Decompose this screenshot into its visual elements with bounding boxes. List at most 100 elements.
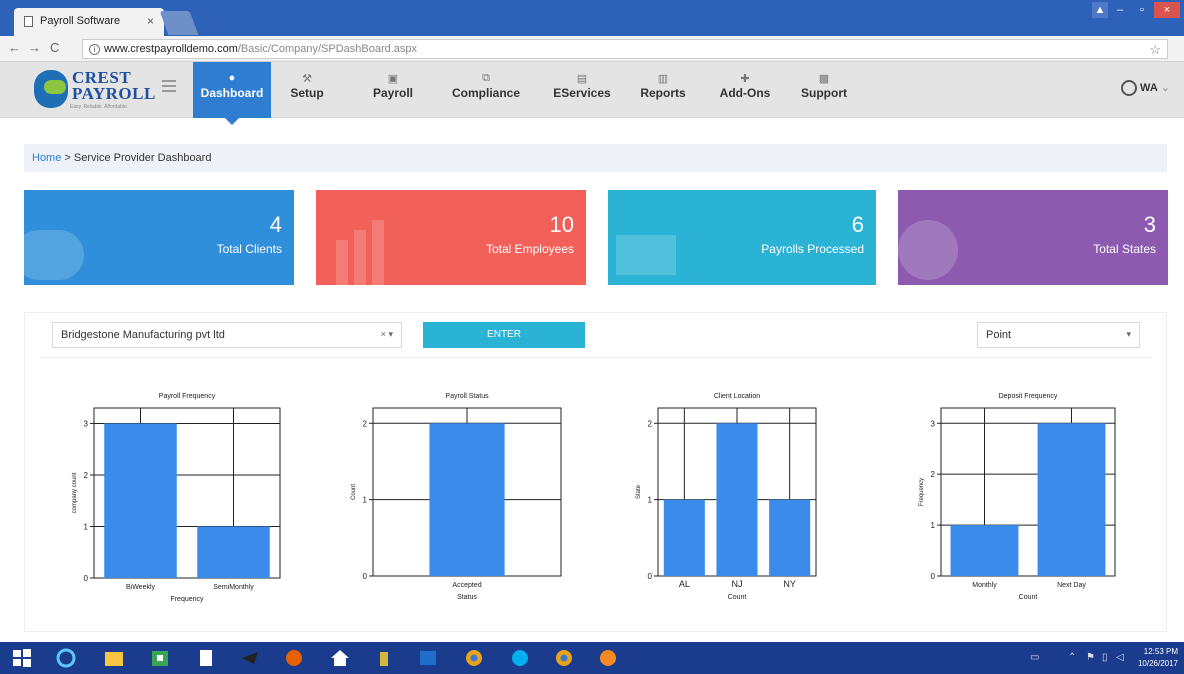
y-tick-label: 2 xyxy=(363,419,368,428)
support-icon: ▩ xyxy=(818,73,830,85)
y-tick-label: 3 xyxy=(84,419,89,428)
stat-value: 3 xyxy=(1143,212,1156,237)
chrome-icon[interactable] xyxy=(464,648,484,668)
hamburger-menu-icon[interactable] xyxy=(162,80,176,92)
back-icon[interactable]: ← xyxy=(8,40,21,55)
tab-close-icon[interactable]: × xyxy=(147,14,154,28)
chart-type-value: Point xyxy=(986,329,1012,341)
bar-chart-0: 0 1 2 3 BiWeekly SemiMonthly Frequency company … xyxy=(72,407,281,603)
nav-eservices[interactable]: ▤ EServices xyxy=(546,62,618,118)
info-icon[interactable]: i xyxy=(89,44,100,55)
tab-title: Payroll Software xyxy=(40,15,121,27)
store-icon[interactable] xyxy=(150,648,170,668)
maximize-icon[interactable]: ▫ xyxy=(1132,2,1152,18)
nav-label: Add-Ons xyxy=(719,86,771,100)
skype-icon[interactable] xyxy=(510,648,530,668)
x-axis-label: Count xyxy=(728,594,747,601)
nav-reports[interactable]: ▥ Reports xyxy=(638,62,688,118)
reload-icon[interactable]: C xyxy=(50,40,59,55)
page-icon xyxy=(24,16,33,27)
bookmark-star-icon[interactable]: ☆ xyxy=(1149,42,1161,58)
clear-caret-icon[interactable]: × ▾ xyxy=(381,329,393,340)
browser-tab[interactable]: Payroll Software × xyxy=(14,8,164,36)
x-tick-label: SemiMonthly xyxy=(213,584,254,591)
user-initials: WA xyxy=(1140,81,1158,94)
home-icon[interactable] xyxy=(330,648,350,668)
chart-type-select[interactable]: Point ▾ xyxy=(977,322,1140,348)
profile-icon[interactable]: ▲ xyxy=(1092,2,1108,18)
bar-ny[interactable] xyxy=(769,499,811,576)
bar-chart-icon xyxy=(336,240,348,285)
url-path: /Basic/Company/SPDashBoard.aspx xyxy=(237,43,418,55)
bar-next-day[interactable] xyxy=(1037,423,1106,576)
enter-button[interactable]: ENTER xyxy=(423,322,585,348)
nav-compliance[interactable]: ⧉ Compliance xyxy=(446,62,526,118)
bar-biweekly[interactable] xyxy=(104,423,177,578)
crest-payroll-logo[interactable]: CREST PAYROLL Easy. Reliable. Affordable… xyxy=(34,68,168,114)
wrench-icon: ⚒ xyxy=(302,73,312,85)
breadcrumb-separator: > xyxy=(61,152,74,164)
battery-icon[interactable]: ▯ xyxy=(1102,652,1108,663)
stat-value: 10 xyxy=(549,212,574,237)
bar-chart-3: 0 1 2 3 Monthly Next Day Count Frequency xyxy=(919,407,1116,601)
y-tick-label: 1 xyxy=(648,496,653,505)
y-tick-label: 0 xyxy=(84,574,89,583)
notepad-icon[interactable] xyxy=(196,648,216,668)
y-axis-label: company count xyxy=(72,472,78,513)
bar-accepted[interactable] xyxy=(429,423,505,576)
user-menu[interactable]: WA ⌄ xyxy=(1121,80,1170,96)
stat-card-total-employees[interactable]: 10 Total Employees xyxy=(316,190,586,285)
dashboard-icon: ● xyxy=(228,72,236,84)
volume-icon[interactable]: ◁ xyxy=(1116,652,1124,663)
bar-nj[interactable] xyxy=(716,423,758,576)
bar-al[interactable] xyxy=(663,499,705,576)
internet-explorer-icon[interactable] xyxy=(56,648,76,668)
outlook-icon[interactable] xyxy=(418,648,438,668)
chrome-icon[interactable] xyxy=(554,648,574,668)
logo-text-payroll: PAYROLL xyxy=(72,84,156,103)
bar-semimonthly[interactable] xyxy=(197,526,270,578)
stat-value: 4 xyxy=(269,212,282,237)
stat-card-total-clients[interactable]: 4 Total Clients xyxy=(24,190,294,285)
clock-date: 10/26/2017 xyxy=(1137,659,1178,668)
breadcrumb: Home > Service Provider Dashboard xyxy=(24,144,1167,172)
url-input[interactable]: i www.crestpayrolldemo.com/Basic/Company/… xyxy=(82,39,1168,59)
file-explorer-icon[interactable] xyxy=(104,648,124,668)
chart-title: Deposit Frequency xyxy=(998,393,1058,400)
breadcrumb-home-link[interactable]: Home xyxy=(32,152,61,164)
new-tab-button[interactable] xyxy=(159,11,199,35)
url-host: www.crestpayrolldemo.com xyxy=(104,43,238,55)
y-tick-label: 1 xyxy=(84,522,89,531)
keyboard-icon[interactable]: ▭ xyxy=(1030,652,1039,663)
chevron-up-icon[interactable]: ⌃ xyxy=(1068,652,1076,663)
windows-start-icon[interactable] xyxy=(12,648,32,668)
stat-card-payrolls-processed[interactable]: 6 Payrolls Processed xyxy=(608,190,876,285)
app-icon[interactable] xyxy=(374,648,394,668)
nav-support[interactable]: ▩ Support xyxy=(798,62,850,118)
clock[interactable]: 12:53 PM 10/26/2017 xyxy=(1138,646,1178,670)
y-tick-label: 3 xyxy=(931,419,936,428)
flag-icon[interactable]: ⚑ xyxy=(1086,652,1095,663)
x-tick-label: Monthly xyxy=(972,582,997,589)
minimize-icon[interactable]: – xyxy=(1110,2,1130,18)
forward-icon[interactable]: → xyxy=(28,40,41,55)
nav-label: Payroll xyxy=(372,86,414,100)
nav-add-ons[interactable]: ✚ Add-Ons xyxy=(716,62,774,118)
bar-monthly[interactable] xyxy=(950,525,1019,576)
nav-dashboard[interactable]: ● Dashboard xyxy=(193,62,271,125)
address-bar: ← → C i www.crestpayrolldemo.com/Basic/Co… xyxy=(0,36,1184,62)
stat-label: Total States xyxy=(1093,242,1156,256)
app-icon[interactable] xyxy=(240,648,260,668)
company-select[interactable]: Bridgestone Manufacturing pvt ltd × ▾ xyxy=(52,322,402,348)
firefox-icon[interactable] xyxy=(284,648,304,668)
nav-label: Setup xyxy=(290,86,324,100)
nav-setup[interactable]: ⚒ Setup xyxy=(282,62,332,118)
nav-payroll[interactable]: ▣ Payroll xyxy=(362,62,424,118)
x-tick-label: NJ xyxy=(732,579,743,589)
app-icon[interactable] xyxy=(598,648,618,668)
stat-card-total-states[interactable]: 3 Total States xyxy=(898,190,1168,285)
close-window-icon[interactable]: × xyxy=(1154,2,1180,18)
globe-icon xyxy=(898,220,958,280)
bar-chart-2: 0 1 2 AL NJ NY Count State xyxy=(636,407,817,601)
y-tick-label: 2 xyxy=(931,470,936,479)
